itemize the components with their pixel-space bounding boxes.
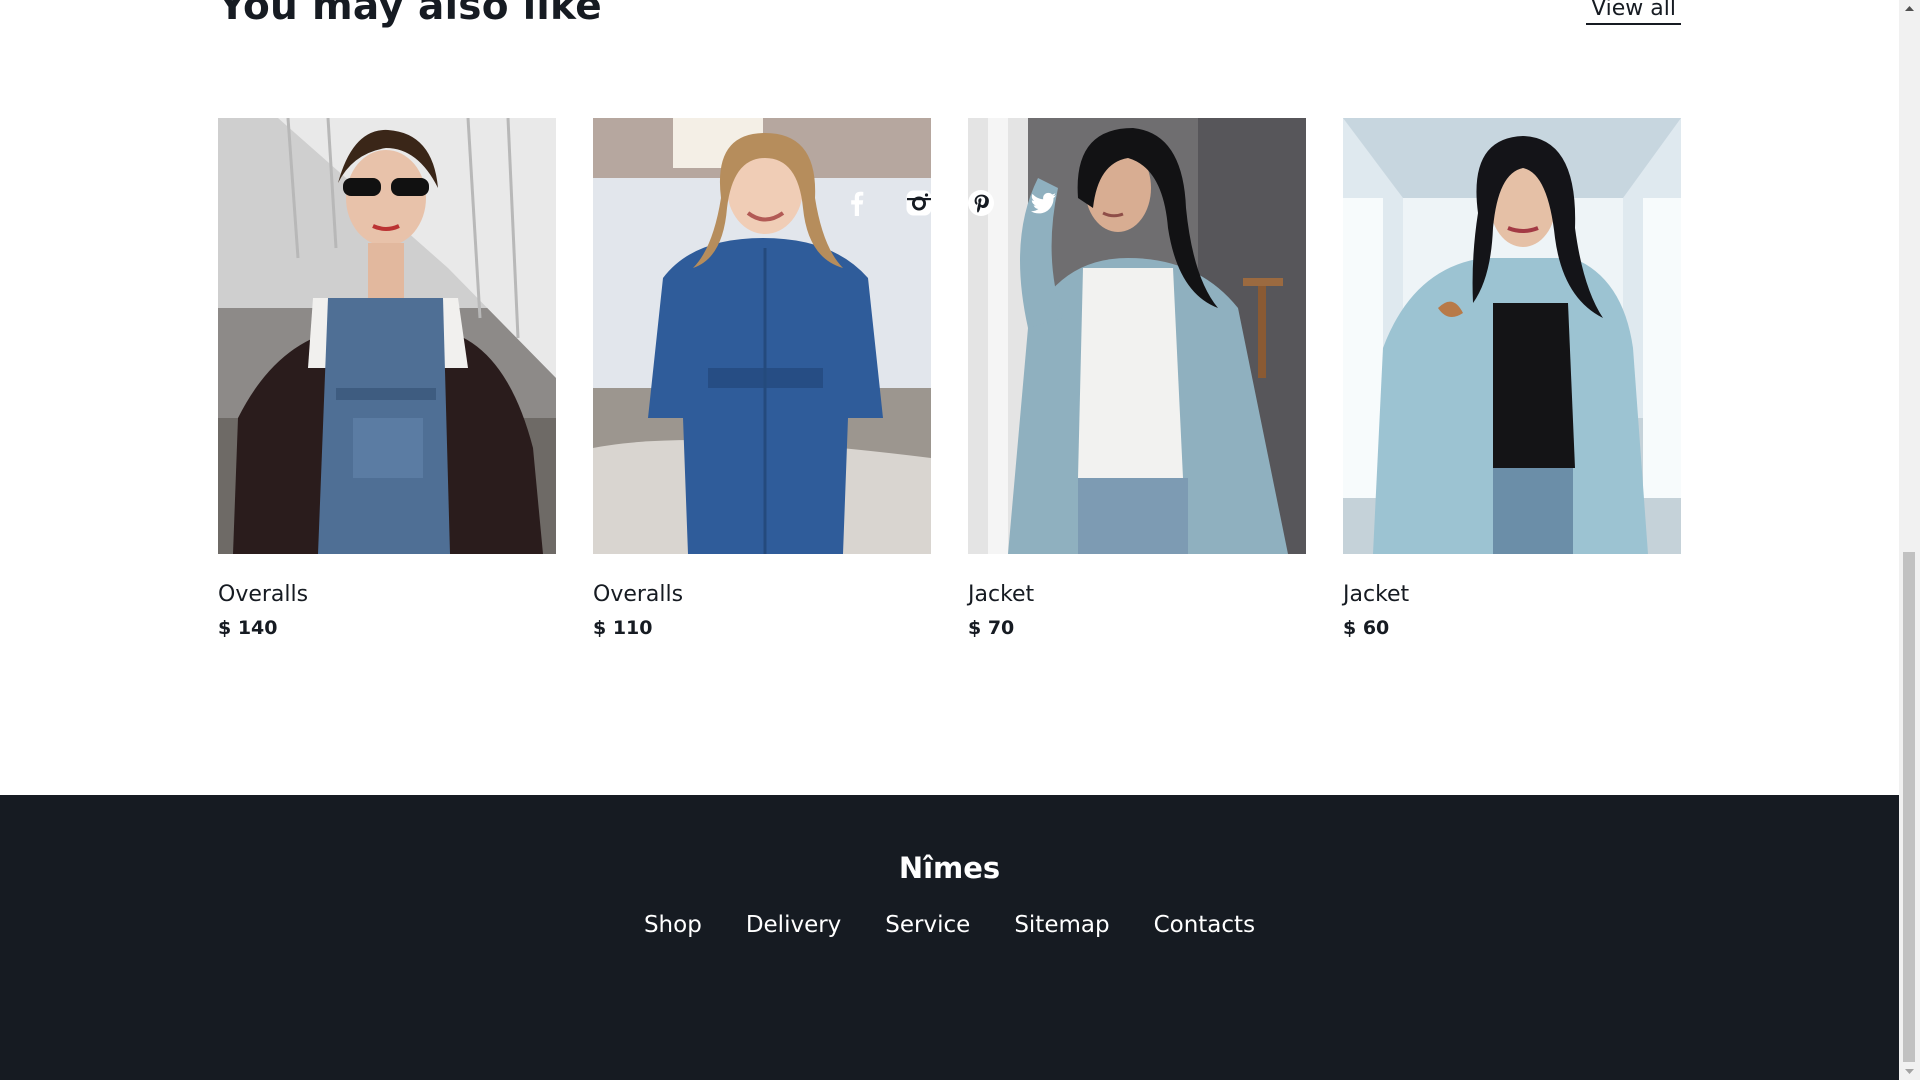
product-image[interactable]	[1343, 118, 1681, 554]
product-price: $ 110	[593, 617, 653, 639]
main-content: You may also like View all Overalls $ 14…	[0, 0, 1899, 795]
pinterest-icon[interactable]	[965, 187, 997, 219]
section-title: You may also like	[218, 0, 602, 29]
footer-brand[interactable]: Nîmes	[0, 851, 1899, 885]
product-name[interactable]: Overalls	[218, 581, 556, 609]
footer-link-sitemap[interactable]: Sitemap	[1014, 912, 1109, 938]
section-header: You may also like View all	[218, 0, 1681, 40]
footer-nav: Shop Delivery Service Sitemap Contacts	[0, 912, 1899, 938]
twitter-icon[interactable]	[1027, 187, 1059, 219]
scroll-up-arrow-icon[interactable]	[1899, 0, 1920, 17]
social-links	[0, 187, 1899, 219]
footer-link-contacts[interactable]: Contacts	[1154, 912, 1255, 938]
page: You may also like View all Overalls $ 14…	[0, 0, 1920, 1080]
product-image[interactable]	[593, 118, 931, 554]
scrollbar-thumb[interactable]	[1903, 552, 1915, 1062]
site-footer: Nîmes Shop Delivery Service Sitemap Cont…	[0, 795, 1899, 1080]
product-price: $ 140	[218, 617, 278, 639]
footer-link-service[interactable]: Service	[885, 912, 970, 938]
instagram-icon[interactable]	[903, 187, 935, 219]
product-name[interactable]: Jacket	[968, 581, 1306, 609]
product-name[interactable]: Overalls	[593, 581, 931, 609]
product-price: $ 60	[1343, 617, 1390, 639]
product-image[interactable]	[218, 118, 556, 554]
product-price: $ 70	[968, 617, 1015, 639]
product-name[interactable]: Jacket	[1343, 581, 1681, 609]
footer-link-shop[interactable]: Shop	[644, 912, 702, 938]
scroll-down-arrow-icon[interactable]	[1899, 1063, 1920, 1080]
view-all-link[interactable]: View all	[1586, 0, 1681, 25]
vertical-scrollbar[interactable]	[1899, 0, 1920, 1080]
facebook-icon[interactable]	[841, 187, 873, 219]
product-image[interactable]	[968, 118, 1306, 554]
footer-link-delivery[interactable]: Delivery	[746, 912, 841, 938]
